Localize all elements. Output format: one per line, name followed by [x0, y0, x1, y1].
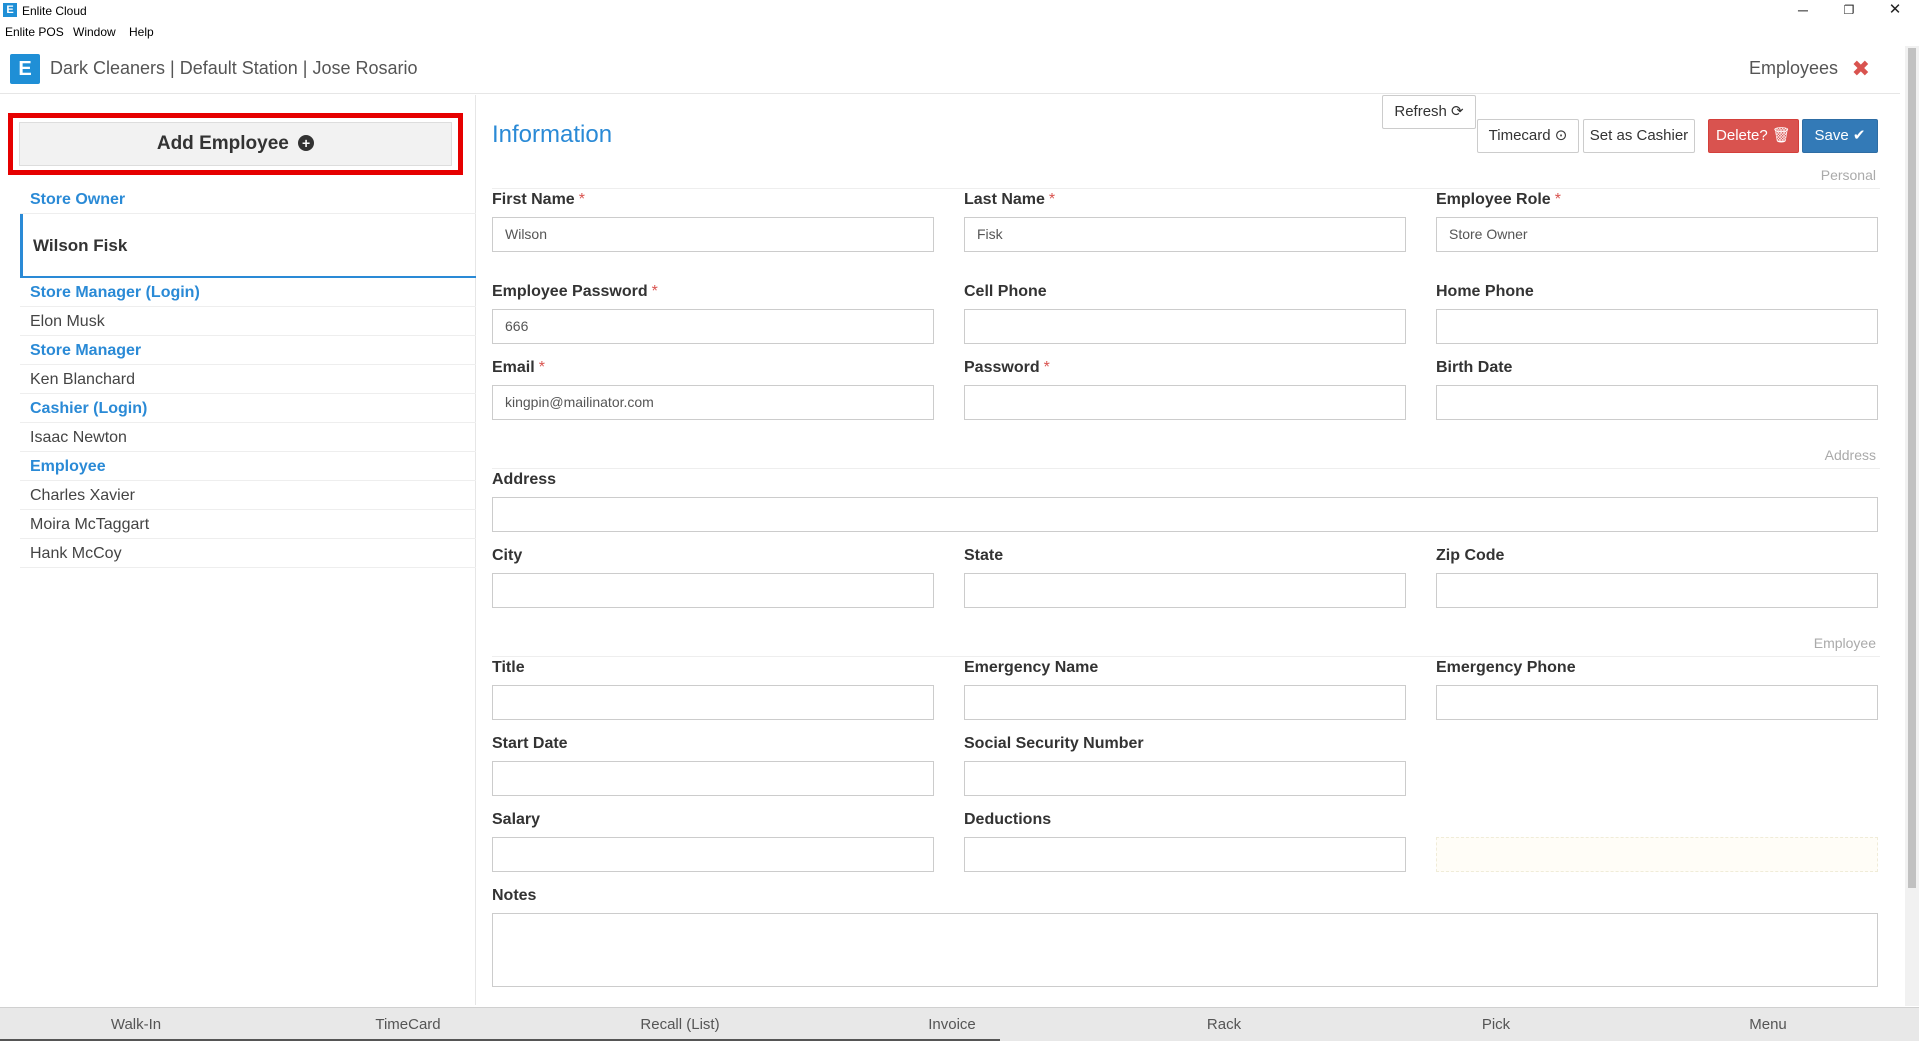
- nav-walk-in[interactable]: Walk-In: [0, 1016, 272, 1033]
- start-date-input[interactable]: [492, 761, 934, 796]
- plus-circle-icon: +: [298, 135, 315, 151]
- scrollbar-thumb[interactable]: [1908, 48, 1916, 888]
- delete-button[interactable]: Delete? 🗑: [1708, 119, 1799, 153]
- state-label: State: [964, 547, 1004, 564]
- city-input[interactable]: [492, 573, 934, 608]
- zip-code-input[interactable]: [1436, 573, 1878, 608]
- nav-pick[interactable]: Pick: [1360, 1016, 1632, 1033]
- group-store-owner: Store Owner: [20, 185, 476, 214]
- form-title: Information: [492, 121, 613, 148]
- birth-date-label: Birth Date: [1436, 359, 1513, 376]
- last-name-input[interactable]: Fisk: [964, 217, 1406, 252]
- employee-role-select[interactable]: Store Owner: [1436, 217, 1878, 252]
- section-employee-label: Employee: [1813, 635, 1876, 651]
- nav-timecard[interactable]: TimeCard: [272, 1016, 544, 1033]
- maximize-button[interactable]: ❐: [1826, 0, 1872, 22]
- last-name-label: Last Name *: [964, 191, 1056, 208]
- group-store-manager-login: Store Manager (Login): [20, 278, 476, 307]
- placeholder-slot: [1436, 837, 1878, 872]
- email-field[interactable]: kingpin@mailinator.com: [492, 385, 934, 420]
- menu-help[interactable]: Help: [129, 25, 154, 39]
- menubar: Enlite POS Window Help: [0, 22, 1919, 42]
- nav-rack[interactable]: Rack: [1088, 1016, 1360, 1033]
- app-header: E Dark Cleaners | Default Station | Jose…: [0, 46, 1900, 94]
- bottom-nav: Walk-In TimeCard Recall (List) Invoice R…: [0, 1007, 1919, 1041]
- state-input[interactable]: [964, 573, 1406, 608]
- employee-form: Information Refresh ⟳ Timecard ⊙ Set as …: [492, 95, 1880, 1005]
- ssn-input[interactable]: [964, 761, 1406, 796]
- emergency-name-label: Emergency Name: [964, 659, 1099, 676]
- employee-role-label: Employee Role *: [1436, 191, 1561, 208]
- enlite-logo-icon: E: [10, 54, 40, 84]
- email-label: Email *: [492, 359, 545, 376]
- employee-item-hank-mccoy[interactable]: Hank McCoy: [20, 539, 476, 568]
- nav-recall-list[interactable]: Recall (List): [544, 1016, 816, 1033]
- group-employee: Employee: [20, 452, 476, 481]
- employee-item-isaac-newton[interactable]: Isaac Newton: [20, 423, 476, 452]
- salary-input[interactable]: [492, 837, 934, 872]
- notes-label: Notes: [492, 887, 537, 904]
- password-input[interactable]: [964, 385, 1406, 420]
- employee-item-charles-xavier[interactable]: Charles Xavier: [20, 481, 476, 510]
- title-input[interactable]: [492, 685, 934, 720]
- ssn-label: Social Security Number: [964, 735, 1144, 752]
- nav-menu[interactable]: Menu: [1632, 1016, 1904, 1033]
- title-label: Title: [492, 659, 525, 676]
- employee-password-input[interactable]: 666: [492, 309, 934, 344]
- vertical-scrollbar[interactable]: [1905, 46, 1919, 1006]
- section-divider: [492, 468, 1880, 469]
- employee-list: Store Owner Wilson Fisk Store Manager (L…: [20, 185, 476, 568]
- refresh-button[interactable]: Refresh ⟳: [1382, 95, 1476, 129]
- cell-phone-input[interactable]: [964, 309, 1406, 344]
- breadcrumb: Dark Cleaners | Default Station | Jose R…: [50, 58, 418, 78]
- emergency-name-input[interactable]: [964, 685, 1406, 720]
- employee-item-elon-musk[interactable]: Elon Musk: [20, 307, 476, 336]
- employee-item-moira-mctaggart[interactable]: Moira McTaggart: [20, 510, 476, 539]
- close-icon[interactable]: ✖: [1852, 56, 1870, 82]
- first-name-input[interactable]: Wilson: [492, 217, 934, 252]
- notes-textarea[interactable]: [492, 913, 1878, 987]
- city-label: City: [492, 547, 523, 564]
- group-store-manager: Store Manager: [20, 336, 476, 365]
- set-as-cashier-button[interactable]: Set as Cashier: [1583, 119, 1695, 153]
- zip-code-label: Zip Code: [1436, 547, 1505, 564]
- group-cashier-login: Cashier (Login): [20, 394, 476, 423]
- password-label: Password *: [964, 359, 1050, 376]
- home-phone-label: Home Phone: [1436, 283, 1534, 300]
- section-address-label: Address: [1824, 447, 1876, 463]
- minimize-button[interactable]: ─: [1780, 0, 1826, 22]
- menu-enlite-pos[interactable]: Enlite POS: [5, 25, 64, 39]
- birth-date-input[interactable]: [1436, 385, 1878, 420]
- window-titlebar: E Enlite Cloud ─ ❐ ✕: [0, 0, 1919, 22]
- timecard-button[interactable]: Timecard ⊙: [1477, 119, 1579, 153]
- window-close-button[interactable]: ✕: [1872, 0, 1918, 22]
- employee-item-wilson-fisk[interactable]: Wilson Fisk: [20, 214, 476, 278]
- add-employee-button[interactable]: Add Employee +: [19, 122, 452, 166]
- emergency-phone-input[interactable]: [1436, 685, 1878, 720]
- section-divider: [492, 188, 1880, 189]
- app-logo-icon: E: [3, 3, 17, 17]
- deductions-input[interactable]: [964, 837, 1406, 872]
- add-employee-highlight: Add Employee +: [8, 113, 463, 175]
- nav-invoice[interactable]: Invoice: [816, 1016, 1088, 1033]
- employee-item-ken-blanchard[interactable]: Ken Blanchard: [20, 365, 476, 394]
- salary-label: Salary: [492, 811, 541, 828]
- page-title: Employees: [1748, 58, 1838, 78]
- menu-window[interactable]: Window: [73, 25, 116, 39]
- add-employee-label: Add Employee: [156, 133, 289, 154]
- address-label: Address: [492, 471, 557, 488]
- emergency-phone-label: Emergency Phone: [1436, 659, 1576, 676]
- start-date-label: Start Date: [492, 735, 568, 752]
- employee-password-label: Employee Password *: [492, 283, 658, 300]
- employee-sidebar: Add Employee + Store Owner Wilson Fisk S…: [0, 95, 476, 1005]
- first-name-label: First Name *: [492, 191, 585, 208]
- cell-phone-label: Cell Phone: [964, 283, 1047, 300]
- address-input[interactable]: [492, 497, 1878, 532]
- save-button[interactable]: Save ✔: [1802, 119, 1878, 153]
- section-personal-label: Personal: [1820, 167, 1876, 183]
- deductions-label: Deductions: [964, 811, 1052, 828]
- home-phone-input[interactable]: [1436, 309, 1878, 344]
- window-title: Enlite Cloud: [22, 4, 87, 18]
- section-divider: [492, 656, 1880, 657]
